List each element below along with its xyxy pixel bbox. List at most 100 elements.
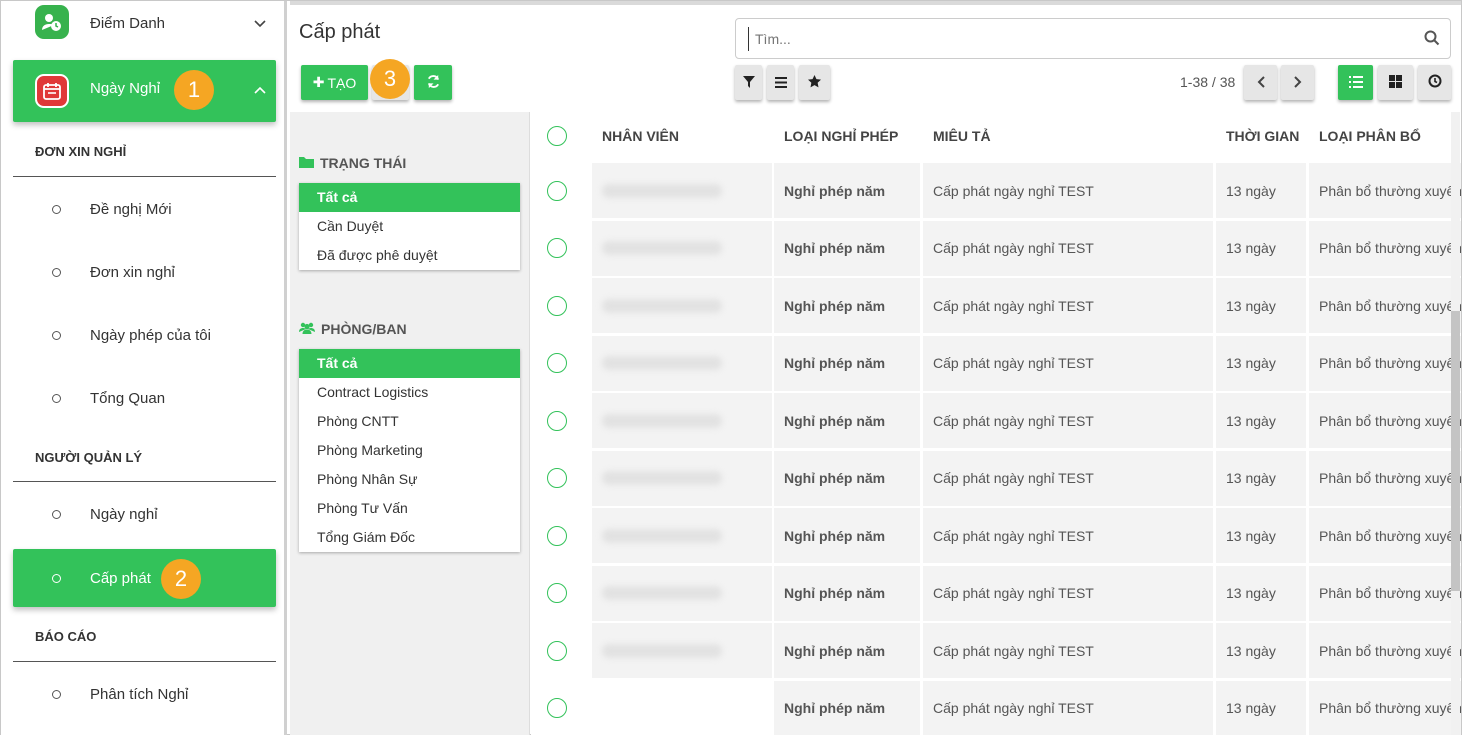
sidebar-item-cap-phat[interactable]: Cấp phát 2 bbox=[13, 549, 276, 607]
checkbox-circle-icon bbox=[547, 180, 567, 201]
app-menu-ngay-nghi[interactable]: Ngày Nghỉ 1 bbox=[13, 60, 276, 122]
department-option[interactable]: Phòng Marketing bbox=[299, 436, 520, 465]
bullet-icon bbox=[52, 393, 61, 403]
row-checkbox[interactable] bbox=[547, 220, 567, 276]
cell-duration: 13 ngày bbox=[1216, 565, 1306, 621]
table-row[interactable]: Nghỉ phép năm Cấp phát ngày nghỉ TEST 13 n… bbox=[531, 507, 1461, 564]
chevron-right-icon bbox=[1293, 75, 1302, 91]
table-row[interactable]: Nghỉ phép năm Cấp phát ngày nghỉ TEST 13 n… bbox=[531, 622, 1461, 679]
filter-button[interactable] bbox=[735, 65, 762, 100]
status-option-to-approve[interactable]: Cần Duyệt bbox=[299, 212, 520, 241]
column-header-allocation-type[interactable]: LOẠI PHÂN BỔ bbox=[1319, 128, 1421, 144]
cell-text: 13 ngày bbox=[1226, 527, 1276, 544]
sidebar-item-label: Ngày nghỉ bbox=[90, 505, 158, 523]
search-icon[interactable] bbox=[1424, 30, 1440, 51]
cell-duration: 13 ngày bbox=[1216, 680, 1306, 735]
refresh-button[interactable] bbox=[414, 65, 452, 100]
row-checkbox[interactable] bbox=[547, 565, 567, 621]
table-row[interactable]: Nghỉ phép năm Cấp phát ngày nghỉ TEST 13 n… bbox=[531, 162, 1461, 219]
chevron-up-icon bbox=[254, 82, 266, 97]
cell-duration: 13 ngày bbox=[1216, 623, 1306, 678]
scrollbar-thumb[interactable] bbox=[1451, 311, 1460, 591]
row-checkbox[interactable] bbox=[547, 680, 567, 735]
cell-text: 13 ngày bbox=[1226, 700, 1276, 716]
table-row[interactable]: Nghỉ phép năm Cấp phát ngày nghỉ TEST 13 n… bbox=[531, 335, 1461, 392]
department-option[interactable]: Contract Logistics bbox=[299, 378, 520, 407]
kanban-view-button[interactable] bbox=[1378, 65, 1413, 100]
prev-page-button[interactable] bbox=[1244, 65, 1277, 100]
clock-icon bbox=[1428, 74, 1442, 91]
employee-cell bbox=[592, 623, 772, 678]
department-option[interactable]: Phòng Nhân Sự bbox=[299, 465, 520, 494]
row-checkbox[interactable] bbox=[547, 508, 567, 563]
row-checkbox[interactable] bbox=[547, 163, 567, 218]
column-header-description[interactable]: MIÊU TẢ bbox=[933, 128, 991, 144]
table-row[interactable]: Nghỉ phép năm Cấp phát ngày nghỉ TEST 13 n… bbox=[531, 220, 1461, 277]
redacted-name bbox=[602, 356, 722, 370]
department-panel-title: PHÒNG/BAN bbox=[299, 321, 407, 337]
cell-allocation: Phân bổ thường xuyên bbox=[1309, 623, 1461, 678]
department-option[interactable]: Phòng Tư Vấn bbox=[299, 494, 520, 523]
sidebar-item-ngay-nghi[interactable]: Ngày nghỉ bbox=[13, 494, 276, 534]
group-by-button[interactable] bbox=[767, 65, 794, 100]
sidebar-item-don-xin-nghi[interactable]: Đơn xin nghỉ bbox=[13, 252, 276, 292]
cell-text: 13 ngày bbox=[1226, 470, 1276, 486]
cell-text: 13 ngày bbox=[1226, 355, 1276, 371]
table-header: NHÂN VIÊN LOẠI NGHỈ PHÉP MIÊU TẢ THỜI GI… bbox=[531, 112, 1461, 162]
app-menu-diem-danh[interactable]: Điểm Danh bbox=[13, 1, 276, 45]
cell-text: 13 ngày bbox=[1226, 585, 1276, 601]
sidebar-item-label: Ngày phép của tôi bbox=[90, 326, 211, 344]
row-checkbox[interactable] bbox=[547, 278, 567, 333]
row-checkbox[interactable] bbox=[547, 393, 567, 448]
status-option-approved[interactable]: Đã được phê duyệt bbox=[299, 241, 520, 270]
cell-text: Phân bổ thường xuyên bbox=[1319, 240, 1461, 256]
table-row[interactable]: Nghỉ phép năm Cấp phát ngày nghỉ TEST 13 n… bbox=[531, 392, 1461, 449]
status-filter-list: Tất cả Cần Duyệt Đã được phê duyệt bbox=[299, 183, 520, 270]
row-checkbox[interactable] bbox=[547, 335, 567, 391]
list-view-button[interactable] bbox=[1338, 65, 1373, 100]
sidebar-item-ngay-phep-cua-toi[interactable]: Ngày phép của tôi bbox=[13, 315, 276, 355]
create-button[interactable]: ✚ TẠO bbox=[301, 65, 368, 100]
checkbox-circle-icon bbox=[547, 468, 567, 488]
cell-text: Phân bổ thường xuyên bbox=[1319, 700, 1461, 716]
allocation-table: NHÂN VIÊN LOẠI NGHỈ PHÉP MIÊU TẢ THỜI GI… bbox=[531, 112, 1461, 735]
column-header-employee[interactable]: NHÂN VIÊN bbox=[602, 128, 679, 144]
bullet-icon bbox=[52, 509, 61, 519]
cell-text: Cấp phát ngày nghỉ TEST bbox=[933, 700, 1094, 716]
cell-duration: 13 ngày bbox=[1216, 450, 1306, 506]
employee-cell bbox=[592, 220, 772, 276]
next-page-button[interactable] bbox=[1281, 65, 1314, 100]
favorites-button[interactable] bbox=[799, 65, 830, 100]
select-all-checkbox[interactable] bbox=[547, 126, 567, 146]
row-checkbox[interactable] bbox=[547, 450, 567, 506]
table-row[interactable]: Nghỉ phép năm Cấp phát ngày nghỉ TEST 13 n… bbox=[531, 450, 1461, 507]
department-filter-list: Tất cả Contract Logistics Phòng CNTT Phò… bbox=[299, 349, 520, 552]
cell-text: Cấp phát ngày nghỉ TEST bbox=[933, 240, 1094, 256]
cell-text: Phân bổ thường xuyên bbox=[1319, 585, 1461, 601]
search-input[interactable] bbox=[748, 27, 1388, 51]
cell-text: Nghỉ phép năm bbox=[784, 585, 886, 601]
column-header-leave-type[interactable]: LOẠI NGHỈ PHÉP bbox=[784, 128, 898, 144]
row-checkbox[interactable] bbox=[547, 623, 567, 678]
table-row[interactable]: Nghỉ phép năm Cấp phát ngày nghỉ TEST 13 n… bbox=[531, 565, 1461, 622]
table-row[interactable]: Nghỉ phép năm Cấp phát ngày nghỉ TEST 13 n… bbox=[531, 680, 1461, 735]
department-option[interactable]: Tất cả bbox=[299, 349, 520, 378]
cell-allocation: Phân bổ thường xuyên bbox=[1309, 680, 1461, 735]
sidebar-item-de-nghi-moi[interactable]: Đề nghị Mới bbox=[13, 189, 276, 229]
cell-text: Nghỉ phép năm bbox=[784, 182, 886, 199]
sidebar-item-phan-tich-nghi[interactable]: Phân tích Nghỉ bbox=[13, 674, 276, 714]
department-option[interactable]: Phòng CNTT bbox=[299, 407, 520, 436]
sidebar-item-tong-quan[interactable]: Tổng Quan bbox=[13, 378, 276, 418]
table-row[interactable]: Nghỉ phép năm Cấp phát ngày nghỉ TEST 13 n… bbox=[531, 277, 1461, 334]
pager-value[interactable]: 1-38 / 38 bbox=[1180, 74, 1235, 90]
sidebar-item-label: Đơn xin nghỉ bbox=[90, 263, 175, 281]
department-heading: PHÒNG/BAN bbox=[321, 321, 407, 337]
status-option-all[interactable]: Tất cả bbox=[299, 183, 520, 212]
department-option[interactable]: Tổng Giám Đốc bbox=[299, 523, 520, 552]
activity-view-button[interactable] bbox=[1418, 65, 1451, 100]
main-content: Cấp phát ✚ TẠO 3 1-38 / 38 bbox=[290, 1, 1461, 735]
redacted-name bbox=[602, 643, 722, 658]
checkbox-circle-icon bbox=[547, 353, 567, 373]
column-header-duration[interactable]: THỜI GIAN bbox=[1226, 128, 1299, 144]
checkbox-circle-icon bbox=[547, 525, 567, 546]
